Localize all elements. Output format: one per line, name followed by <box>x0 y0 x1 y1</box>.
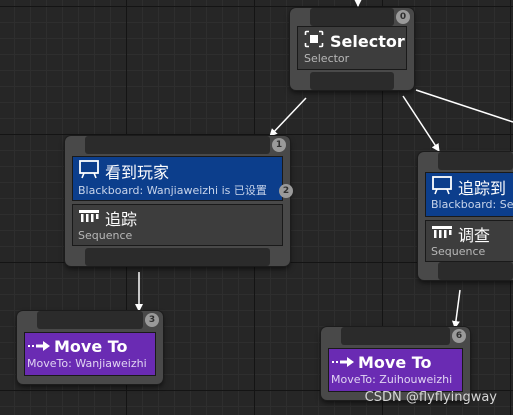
composite-subtitle: Sequence <box>78 229 133 242</box>
decorator-subtitle: Blackboard: Se <box>431 198 513 211</box>
moveto-icon <box>331 353 355 372</box>
right-branch-node[interactable]: 追踪到 Blackboard: Se 调查 Sequence <box>418 152 513 280</box>
move-to-subtitle: MoveTo: Zuihouweizhi <box>331 373 453 386</box>
selector-output-pin[interactable] <box>310 72 394 90</box>
execution-index-badge: 0 <box>396 10 410 24</box>
right-branch-output-pin[interactable] <box>438 262 513 280</box>
move-to-subtitle: MoveTo: Wanjiaweizhi <box>27 357 147 370</box>
wire-selector-right <box>402 95 440 152</box>
selector-subtitle: Selector <box>304 52 350 65</box>
composite-subtitle: Sequence <box>431 245 486 258</box>
move-to-right-task[interactable]: Move To MoveTo: Zuihouweizhi <box>328 348 463 392</box>
watermark: CSDN @flyflyingway <box>364 390 497 405</box>
execution-index-badge: 3 <box>145 313 159 327</box>
wire-selector-left <box>269 97 307 137</box>
move-to-title: Move To <box>358 352 432 372</box>
move-to-left-node[interactable]: 3 Move To MoveTo: Wanjiaweizhi <box>17 311 163 384</box>
blackboard-icon <box>431 175 453 199</box>
left-branch-output-pin[interactable] <box>85 248 270 266</box>
selector-input-pin[interactable] <box>310 8 394 26</box>
decorator-title: 追踪到 <box>458 179 507 198</box>
selector-node[interactable]: 0 Selector Selector <box>290 8 414 90</box>
wire-right-move <box>451 289 461 329</box>
execution-index-badge: 1 <box>272 138 286 152</box>
move-to-title: Move To <box>54 336 128 356</box>
selector-icon <box>304 30 324 52</box>
execution-index-badge: 6 <box>452 329 466 343</box>
blackboard-icon <box>78 159 100 183</box>
selector-body[interactable]: Selector Selector <box>297 26 407 70</box>
right-branch-input-pin[interactable] <box>438 152 513 170</box>
sequence-composite[interactable]: 追踪 Sequence <box>72 204 283 246</box>
moveto-icon <box>27 337 51 356</box>
blackboard-decorator[interactable]: 看到玩家 Blackboard: Wanjiaweizhi is 已设置 <box>72 156 283 201</box>
decorator-index-badge: 2 <box>279 184 293 198</box>
left-branch-input-pin[interactable] <box>85 136 270 154</box>
wire-selector-far <box>415 89 513 123</box>
move-to-right-input-pin[interactable] <box>341 327 450 345</box>
move-to-left-input-pin[interactable] <box>37 311 143 329</box>
left-branch-node[interactable]: 1 看到玩家 Blackboard: Wanjiaweizhi is 已设置 2 <box>65 136 293 266</box>
sequence-composite[interactable]: 调查 Sequence <box>425 220 513 262</box>
sequence-icon <box>431 224 453 244</box>
decorator-title: 看到玩家 <box>105 163 170 182</box>
blackboard-decorator[interactable]: 追踪到 Blackboard: Se <box>425 172 513 217</box>
selector-title: Selector <box>330 31 405 51</box>
decorator-subtitle: Blackboard: Wanjiaweizhi is 已设置 <box>78 184 267 197</box>
sequence-icon <box>78 208 100 228</box>
composite-title: 调查 <box>458 226 491 245</box>
move-to-left-task[interactable]: Move To MoveTo: Wanjiaweizhi <box>24 332 156 376</box>
composite-title: 追踪 <box>105 210 138 229</box>
